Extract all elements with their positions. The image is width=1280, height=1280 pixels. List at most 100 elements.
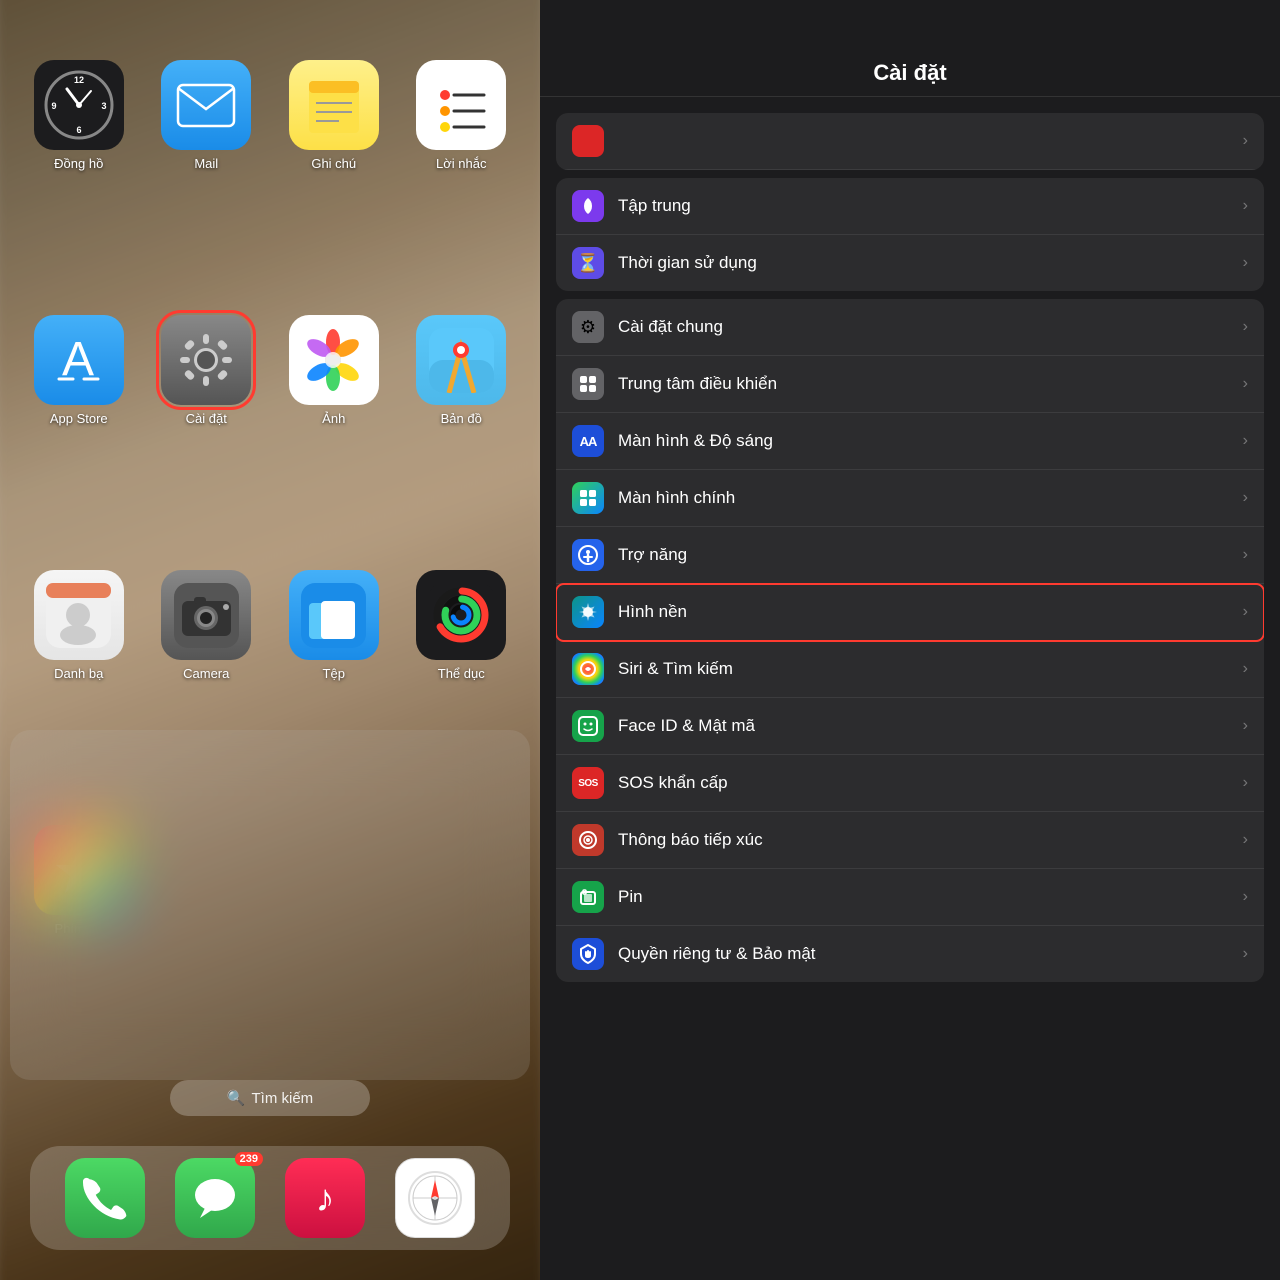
row-man-hinh-chinh-label: Màn hình chính: [618, 488, 1235, 508]
app-notes-label: Ghi chú: [311, 156, 356, 171]
dock-music[interactable]: ♪: [285, 1158, 365, 1238]
app-files-label: Tệp: [323, 666, 345, 681]
svg-text:3: 3: [101, 101, 106, 111]
row-sos[interactable]: SOS SOS khẩn cấp ›: [556, 755, 1264, 812]
row-partial-chevron: ›: [1243, 132, 1248, 150]
row-trung-tam-dieu-khien-icon: [572, 368, 604, 400]
row-trung-tam-dieu-khien-chevron: ›: [1243, 375, 1248, 393]
app-clock[interactable]: 12 3 6 9 Đồng hồ: [20, 60, 138, 295]
row-tro-nang[interactable]: Trợ năng ›: [556, 527, 1264, 584]
row-quyen-rieng-tu-icon: [572, 938, 604, 970]
home-content: 12 3 6 9 Đồng hồ: [0, 0, 540, 1280]
row-tro-nang-icon: [572, 539, 604, 571]
row-man-hinh-chinh[interactable]: Màn hình chính ›: [556, 470, 1264, 527]
row-sos-label: SOS khẩn cấp: [618, 773, 1235, 793]
row-siri-icon: [572, 653, 604, 685]
app-clock-label: Đồng hồ: [54, 156, 103, 171]
app-appstore-label: App Store: [50, 411, 108, 426]
messages-badge: 239: [235, 1152, 263, 1166]
row-man-hinh-do-sang-icon: AA: [572, 425, 604, 457]
row-thong-bao-icon: [572, 824, 604, 856]
row-tap-trung[interactable]: Tập trung ›: [556, 178, 1264, 235]
app-notes[interactable]: Ghi chú: [275, 60, 393, 295]
row-cai-dat-chung-label: Cài đặt chung: [618, 317, 1235, 337]
dock-safari[interactable]: [395, 1158, 475, 1238]
row-tap-trung-label: Tập trung: [618, 196, 1235, 216]
row-man-hinh-do-sang-label: Màn hình & Độ sáng: [618, 431, 1235, 451]
row-face-id-icon: [572, 710, 604, 742]
app-mail-label: Mail: [194, 156, 218, 171]
row-tro-nang-chevron: ›: [1243, 546, 1248, 564]
app-reminders[interactable]: Lời nhắc: [403, 60, 521, 295]
app-mail[interactable]: Mail: [148, 60, 266, 295]
app-photos[interactable]: Ảnh: [275, 315, 393, 550]
row-tro-nang-label: Trợ năng: [618, 545, 1235, 565]
dock-messages[interactable]: 239: [175, 1158, 255, 1238]
app-maps-label: Bản đồ: [441, 411, 482, 426]
row-man-hinh-chinh-chevron: ›: [1243, 489, 1248, 507]
row-tap-trung-chevron: ›: [1243, 197, 1248, 215]
row-man-hinh-do-sang[interactable]: AA Màn hình & Độ sáng ›: [556, 413, 1264, 470]
app-reminders-label: Lời nhắc: [436, 156, 486, 171]
dock-phone[interactable]: [65, 1158, 145, 1238]
dock: 239 ♪: [30, 1146, 510, 1250]
row-siri[interactable]: Siri & Tìm kiếm ›: [556, 641, 1264, 698]
search-label: Tìm kiếm: [252, 1090, 314, 1107]
row-hinh-nen[interactable]: Hình nền ›: [556, 584, 1264, 641]
row-quyen-rieng-tu-label: Quyền riêng tư & Bảo mật: [618, 944, 1235, 964]
row-siri-chevron: ›: [1243, 660, 1248, 678]
app-maps[interactable]: Bản đồ: [403, 315, 521, 550]
row-siri-label: Siri & Tìm kiếm: [618, 659, 1235, 679]
row-thoi-gian[interactable]: ⏳ Thời gian sử dụng ›: [556, 235, 1264, 291]
row-hinh-nen-icon: [572, 596, 604, 628]
app-appstore[interactable]: A App Store: [20, 315, 138, 550]
section-general: ⚙ Cài đặt chung › Trung tâm điều khiển ›: [556, 299, 1264, 982]
settings-header: Cài đặt: [540, 0, 1280, 97]
row-cai-dat-chung[interactable]: ⚙ Cài đặt chung ›: [556, 299, 1264, 356]
svg-text:♪: ♪: [316, 1178, 335, 1220]
row-face-id[interactable]: Face ID & Mật mã ›: [556, 698, 1264, 755]
app-camera-label: Camera: [183, 666, 229, 681]
row-trung-tam-dieu-khien[interactable]: Trung tâm điều khiển ›: [556, 356, 1264, 413]
row-man-hinh-chinh-icon: [572, 482, 604, 514]
svg-text:12: 12: [74, 75, 84, 85]
row-face-id-chevron: ›: [1243, 717, 1248, 735]
settings-title: Cài đặt: [560, 60, 1260, 86]
app-contacts-label: Danh bạ: [54, 666, 103, 681]
row-quyen-rieng-tu[interactable]: Quyền riêng tư & Bảo mật ›: [556, 926, 1264, 982]
row-partial-icon: [572, 125, 604, 157]
row-pin-label: Pin: [618, 887, 1235, 907]
row-sos-chevron: ›: [1243, 774, 1248, 792]
app-settings-label: Cài đặt: [186, 411, 227, 426]
row-thoi-gian-label: Thời gian sử dụng: [618, 253, 1235, 273]
row-cai-dat-chung-chevron: ›: [1243, 318, 1248, 336]
row-thoi-gian-chevron: ›: [1243, 254, 1248, 272]
row-quyen-rieng-tu-chevron: ›: [1243, 945, 1248, 963]
row-pin[interactable]: Pin ›: [556, 869, 1264, 926]
row-pin-icon: [572, 881, 604, 913]
row-thoi-gian-icon: ⏳: [572, 247, 604, 279]
row-pin-chevron: ›: [1243, 888, 1248, 906]
search-bar[interactable]: 🔍 Tìm kiếm: [170, 1080, 370, 1116]
section-partial: ›: [556, 113, 1264, 170]
row-face-id-label: Face ID & Mật mã: [618, 716, 1235, 736]
section-focus-usage: Tập trung › ⏳ Thời gian sử dụng ›: [556, 178, 1264, 291]
row-sos-icon: SOS: [572, 767, 604, 799]
home-screen: 12 3 6 9 Đồng hồ: [0, 0, 540, 1280]
search-icon: 🔍: [227, 1089, 246, 1107]
svg-text:6: 6: [76, 125, 81, 135]
settings-panel: Cài đặt › Tập trung › ⏳: [540, 0, 1280, 1280]
row-trung-tam-dieu-khien-label: Trung tâm điều khiển: [618, 374, 1235, 394]
blur-overlay: [10, 730, 530, 1080]
row-cai-dat-chung-icon: ⚙: [572, 311, 604, 343]
app-settings[interactable]: Cài đặt: [148, 315, 266, 550]
row-thong-bao-chevron: ›: [1243, 831, 1248, 849]
row-thong-bao[interactable]: Thông báo tiếp xúc ›: [556, 812, 1264, 869]
row-thong-bao-label: Thông báo tiếp xúc: [618, 830, 1235, 850]
row-hinh-nen-label: Hình nền: [618, 602, 1235, 622]
row-tap-trung-icon: [572, 190, 604, 222]
row-man-hinh-do-sang-chevron: ›: [1243, 432, 1248, 450]
svg-text:9: 9: [51, 101, 56, 111]
settings-list: › Tập trung › ⏳ Thời gian sử dụng ›: [540, 97, 1280, 1277]
row-partial[interactable]: ›: [556, 113, 1264, 170]
